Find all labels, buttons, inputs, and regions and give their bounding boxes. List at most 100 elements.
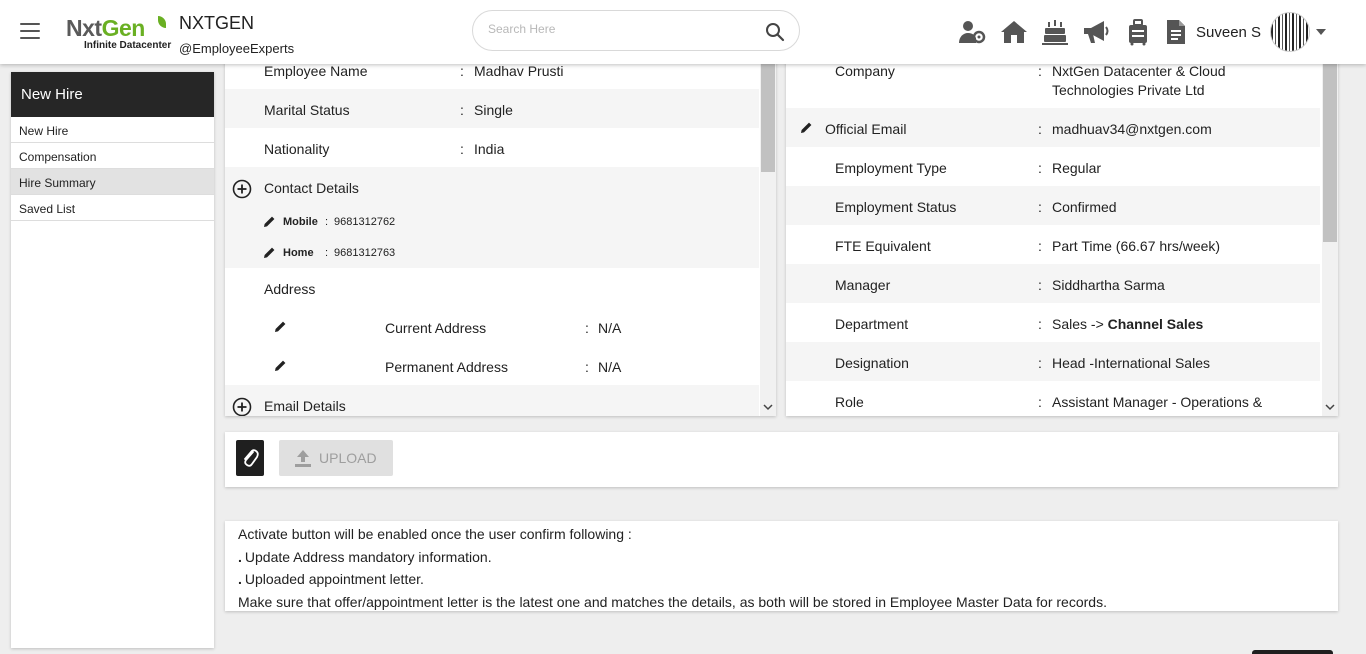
- field-label: Department: [835, 316, 909, 332]
- company-value-line2: Technologies Private Ltd: [1052, 82, 1205, 98]
- field-value: Siddhartha Sarma: [1052, 277, 1165, 293]
- chevron-down-icon[interactable]: [1316, 29, 1326, 35]
- field-colon: :: [1038, 121, 1042, 137]
- employment-details-panel: Company : NxtGen Datacenter & Cloud Tech…: [786, 50, 1338, 416]
- plus-circle-icon[interactable]: [232, 397, 252, 416]
- field-label: Role: [835, 394, 864, 410]
- scrollbar-thumb[interactable]: [761, 50, 775, 172]
- current-address-label: Current Address: [385, 320, 487, 336]
- home-icon[interactable]: [1000, 18, 1028, 46]
- pencil-icon[interactable]: [263, 246, 276, 259]
- field-label: Marital Status: [264, 102, 350, 118]
- pencil-icon[interactable]: [274, 320, 287, 333]
- field-colon: :: [585, 359, 589, 375]
- field-value: Part Time (66.67 hrs/week): [1052, 238, 1221, 254]
- info-text: Uploaded appointment letter.: [244, 571, 424, 587]
- plus-circle-icon[interactable]: [232, 179, 252, 199]
- bullet: .: [238, 548, 242, 565]
- field-label: Company: [835, 63, 895, 79]
- field-colon: :: [325, 247, 329, 259]
- logo-text-b: Gen: [101, 15, 146, 41]
- permanent-address-label: Permanent Address: [385, 359, 508, 375]
- field-colon: :: [1038, 355, 1042, 371]
- logo-leaf: [158, 16, 166, 28]
- scrollbar[interactable]: [1322, 50, 1338, 416]
- sidebar-item-compensation[interactable]: Compensation: [11, 143, 214, 169]
- field-colon: :: [1038, 316, 1042, 332]
- sidebar: New Hire New Hire Compensation Hire Summ…: [11, 72, 214, 648]
- field-value: madhuav34@nxtgen.com: [1052, 121, 1212, 137]
- scrollbar[interactable]: [760, 50, 776, 416]
- company-handle: @EmployeeExperts: [179, 41, 295, 56]
- field-colon: :: [1038, 199, 1042, 215]
- avatar[interactable]: [1270, 12, 1310, 52]
- field-label: Employee Name: [264, 63, 368, 79]
- field-colon: :: [460, 102, 464, 118]
- upload-button[interactable]: UPLOAD: [279, 440, 393, 476]
- personal-details-panel: Employee Name : Madhav Prusti Marital St…: [225, 50, 776, 416]
- sidebar-item-hire-summary[interactable]: Hire Summary: [11, 169, 214, 195]
- chevron-down-icon[interactable]: [763, 402, 773, 412]
- search-icon[interactable]: [765, 22, 785, 42]
- team-settings-icon[interactable]: [958, 18, 986, 46]
- current-address-value: N/A: [598, 320, 622, 336]
- pencil-icon[interactable]: [274, 359, 287, 372]
- detail-row-employment-status: Employment Status : Confirmed: [786, 186, 1320, 225]
- mobile-value: 9681312762: [334, 216, 396, 228]
- document-icon[interactable]: [1162, 18, 1190, 46]
- field-value: Sales -> Channel Sales: [1052, 316, 1203, 332]
- email-details-section: Email Details: [225, 385, 759, 416]
- menu-icon[interactable]: [20, 23, 40, 39]
- mobile-label: Mobile: [283, 216, 318, 228]
- detail-row-employment-type: Employment Type : Regular: [786, 147, 1320, 186]
- email-details-title: Email Details: [264, 398, 346, 414]
- sidebar-item-saved-list[interactable]: Saved List: [11, 195, 214, 221]
- info-line: Make sure that offer/appointment letter …: [238, 593, 1107, 610]
- cake-icon[interactable]: [1041, 18, 1069, 46]
- company-value-line1: NxtGen Datacenter & Cloud: [1052, 63, 1226, 79]
- department-name: Channel Sales: [1107, 316, 1204, 332]
- detail-row-nationality: Nationality : India: [225, 128, 759, 167]
- info-bullet-line: . Uploaded appointment letter.: [238, 568, 1325, 591]
- luggage-icon[interactable]: [1124, 18, 1152, 46]
- home-value: 9681312763: [334, 247, 396, 259]
- field-colon: :: [1038, 160, 1042, 176]
- pencil-icon[interactable]: [800, 121, 813, 134]
- top-header: NxtGen Infinite Datacenter NXTGEN @Emplo…: [0, 0, 1366, 64]
- field-value: Regular: [1052, 160, 1102, 176]
- user-name[interactable]: Suveen S: [1196, 24, 1261, 41]
- scrollbar-thumb[interactable]: [1323, 50, 1337, 242]
- department-prefix: Sales ->: [1052, 316, 1104, 332]
- search-input[interactable]: [488, 22, 748, 36]
- company-name: NXTGEN: [179, 13, 255, 33]
- detail-row-official-email: Official Email : madhuav34@nxtgen.com: [786, 108, 1320, 147]
- company-logo: NxtGen Infinite Datacenter: [64, 14, 171, 54]
- megaphone-icon[interactable]: [1082, 18, 1110, 46]
- attach-button[interactable]: [236, 440, 264, 476]
- search-box: [472, 10, 800, 51]
- field-label: Designation: [835, 355, 909, 371]
- field-colon: :: [1038, 63, 1042, 79]
- permanent-address-value: N/A: [598, 359, 622, 375]
- detail-row-department: Department : Sales -> Channel Sales: [786, 303, 1320, 342]
- chevron-down-icon[interactable]: [1325, 402, 1335, 412]
- activate-button[interactable]: [1252, 650, 1333, 654]
- field-label: Employment Type: [835, 160, 947, 176]
- field-value: Madhav Prusti: [474, 63, 564, 79]
- field-colon: :: [1038, 394, 1042, 410]
- field-label: Official Email: [825, 121, 907, 137]
- detail-row-marital-status: Marital Status : Single: [225, 89, 759, 128]
- field-label: Manager: [835, 277, 891, 293]
- field-value: Single: [474, 102, 513, 118]
- detail-row-manager: Manager : Siddhartha Sarma: [786, 264, 1320, 303]
- field-value: Assistant Manager - Operations &: [1052, 394, 1263, 410]
- sidebar-item-new-hire[interactable]: New Hire: [11, 117, 214, 143]
- pencil-icon[interactable]: [263, 215, 276, 228]
- info-text: Update Address mandatory information.: [244, 548, 492, 565]
- field-colon: :: [325, 216, 329, 228]
- activation-info-box: Activate button will be enabled once the…: [225, 521, 1338, 611]
- contact-details-section: Contact Details Mobile : 9681312762 Home…: [225, 167, 759, 268]
- upload-label: UPLOAD: [319, 450, 377, 466]
- upload-bar: UPLOAD: [225, 432, 1338, 487]
- field-colon: :: [585, 320, 589, 336]
